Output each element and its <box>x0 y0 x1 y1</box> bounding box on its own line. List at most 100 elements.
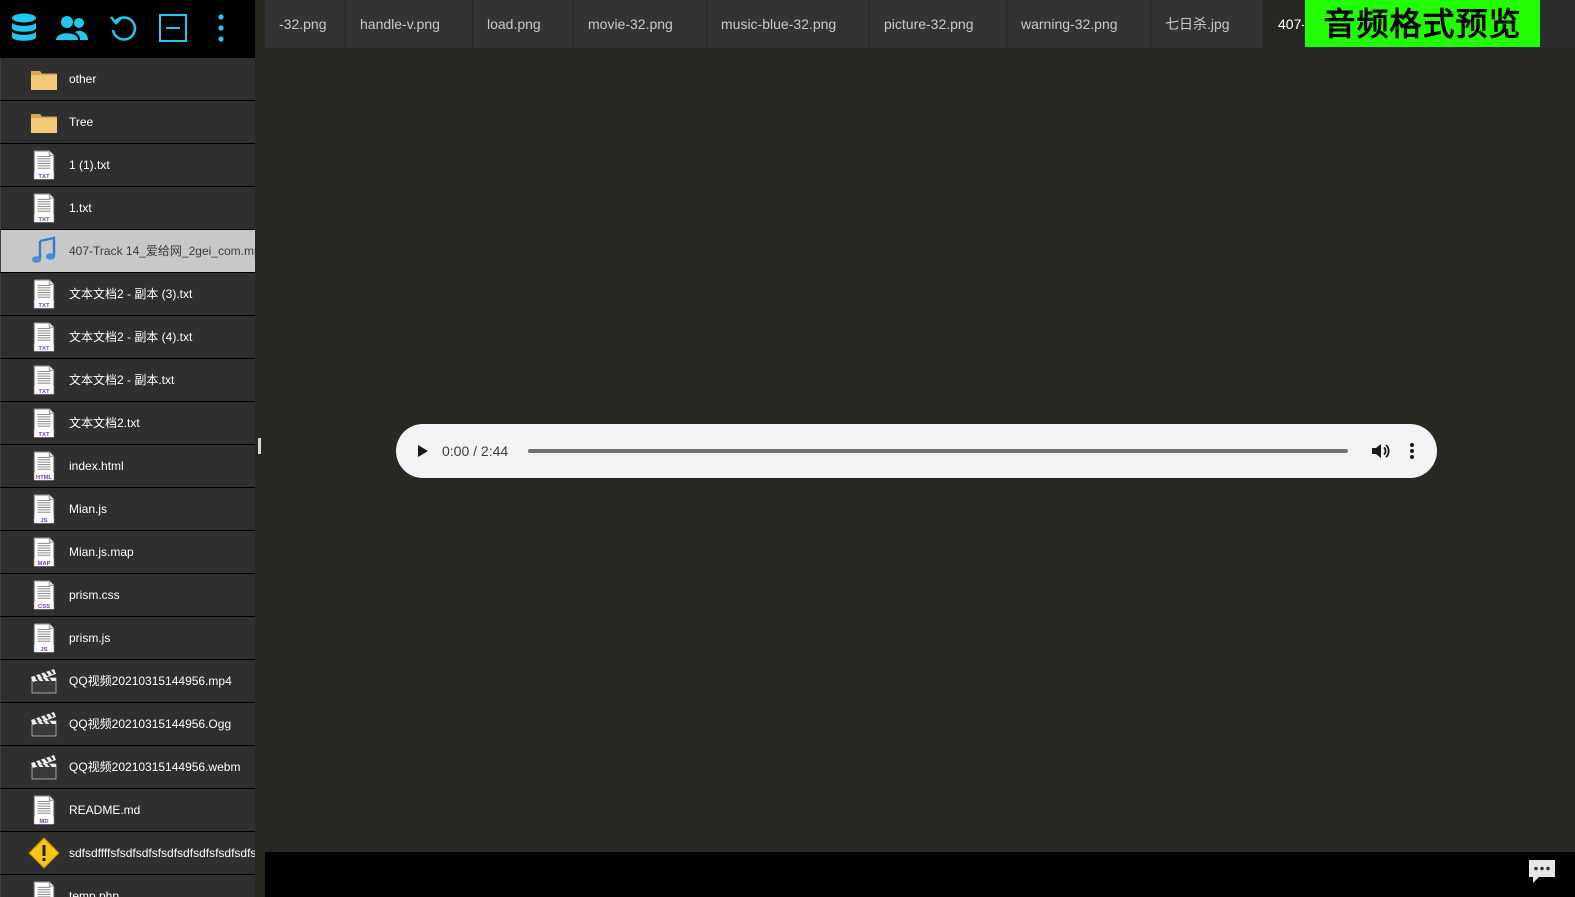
preview-banner: 音频格式预览 <box>1305 0 1540 47</box>
users-icon <box>56 16 88 40</box>
svg-text:TXT: TXT <box>38 389 50 395</box>
music-note-icon <box>29 236 59 266</box>
php-file-icon: PHP <box>29 881 59 897</box>
svg-text:TXT: TXT <box>38 346 50 352</box>
file-list-item[interactable]: 407-Track 14_爱给网_2gei_com.mp3 <box>0 230 255 272</box>
file-name: 1.txt <box>69 201 92 215</box>
svg-text:CSS: CSS <box>38 604 50 610</box>
database-button[interactable] <box>6 10 42 46</box>
chat-button[interactable] <box>1527 858 1557 886</box>
volume-button[interactable] <box>1368 439 1392 463</box>
txt-file-icon: TXT <box>29 408 59 438</box>
file-list-item[interactable]: MD README.md <box>0 789 255 831</box>
svg-text:MD: MD <box>39 819 48 825</box>
file-list-item[interactable]: QQ视频20210315144956.webm <box>0 746 255 788</box>
tab-1[interactable]: -32.png <box>265 0 346 48</box>
time-display: 0:00 / 2:44 <box>442 443 509 459</box>
sidebar-resize-handle[interactable] <box>258 438 261 454</box>
file-name: QQ视频20210315144956.webm <box>69 760 241 774</box>
collapse-icon <box>159 14 187 42</box>
tab-8[interactable]: 七日杀.jpg <box>1151 0 1264 48</box>
chat-icon <box>1529 860 1555 883</box>
database-icon <box>12 13 36 41</box>
file-name: Tree <box>69 115 94 129</box>
file-list-item[interactable]: TXT 文本文档2.txt <box>0 402 255 444</box>
file-name: 文本文档2 - 副本 (4).txt <box>69 330 193 344</box>
txt-file-icon: TXT <box>29 365 59 395</box>
file-list-item[interactable]: QQ视频20210315144956.Ogg <box>0 703 255 745</box>
file-list-item[interactable]: CSS prism.css <box>0 574 255 616</box>
collapse-button[interactable] <box>155 10 191 46</box>
file-name: other <box>69 72 97 86</box>
refresh-button[interactable] <box>105 10 141 46</box>
refresh-icon <box>110 16 137 41</box>
sidebar-toolbar <box>0 0 255 56</box>
txt-file-icon: TXT <box>29 322 59 352</box>
volume-icon <box>1372 444 1390 458</box>
file-list-item[interactable]: TXT 1.txt <box>0 187 255 229</box>
play-icon <box>418 445 428 457</box>
svg-text:JS: JS <box>40 518 47 524</box>
txt-file-icon: TXT <box>29 150 59 180</box>
users-button[interactable] <box>54 10 90 46</box>
tab-3[interactable]: load.png <box>473 0 574 48</box>
tab-2[interactable]: handle-v.png <box>346 0 473 48</box>
file-name: temp.php <box>69 889 120 897</box>
tab-4[interactable]: movie-32.png <box>574 0 707 48</box>
tab-6[interactable]: picture-32.png <box>870 0 1007 48</box>
play-button[interactable] <box>410 439 434 463</box>
md-file-icon: MD <box>29 795 59 825</box>
file-name: Mian.js.map <box>69 545 134 559</box>
video-clapper-icon <box>29 666 59 696</box>
file-list-item[interactable]: MAP Mian.js.map <box>0 531 255 573</box>
file-list-item[interactable]: other <box>0 58 255 100</box>
progress-slider[interactable] <box>528 449 1348 453</box>
tab-5[interactable]: music-blue-32.png <box>707 0 870 48</box>
tab-7[interactable]: warning-32.png <box>1007 0 1151 48</box>
file-list-item[interactable]: TXT 文本文档2 - 副本 (4).txt <box>0 316 255 358</box>
more-vertical-icon <box>1410 443 1414 459</box>
js-file-icon: JS <box>29 494 59 524</box>
bottom-bar <box>265 852 1575 897</box>
file-name: 文本文档2.txt <box>69 416 140 430</box>
svg-text:HTML: HTML <box>36 475 53 481</box>
folder-icon <box>29 107 59 137</box>
warning-icon <box>28 837 60 869</box>
file-name: Mian.js <box>69 502 108 516</box>
file-list-item[interactable]: TXT 1 (1).txt <box>0 144 255 186</box>
svg-text:TXT: TXT <box>38 217 50 223</box>
map-file-icon: MAP <box>29 537 59 567</box>
file-name: prism.js <box>69 631 111 645</box>
file-name: prism.css <box>69 588 120 602</box>
file-list-item[interactable]: PHP temp.php <box>0 875 255 897</box>
file-name: 407-Track 14_爱给网_2gei_com.mp3 <box>69 244 255 258</box>
file-list-item[interactable]: sdfsdffffsfsdfsdfsfsdfsdfsdfsfsdfsdfsdf <box>0 832 255 874</box>
file-name: QQ视频20210315144956.mp4 <box>69 674 232 688</box>
video-clapper-icon <box>29 709 59 739</box>
file-name: index.html <box>69 459 124 473</box>
tab-9[interactable]: 407-Track 14_爱给网_2gei_com.mp3 <box>1264 0 1305 48</box>
file-list-item[interactable]: JS prism.js <box>0 617 255 659</box>
file-name: 文本文档2 - 副本 (3).txt <box>69 287 193 301</box>
file-sidebar: other Tree TXT 1 (1).txt TXT 1.txt 407-T… <box>0 0 255 897</box>
svg-text:TXT: TXT <box>38 174 50 180</box>
css-file-icon: CSS <box>29 580 59 610</box>
file-name: 文本文档2 - 副本.txt <box>69 373 175 387</box>
audio-player: 0:00 / 2:44 <box>396 424 1437 478</box>
html-file-icon: HTML <box>29 451 59 481</box>
more-menu-button[interactable] <box>203 10 239 46</box>
video-clapper-icon <box>29 752 59 782</box>
file-list-item[interactable]: HTML index.html <box>0 445 255 487</box>
file-list-item[interactable]: TXT 文本文档2 - 副本 (3).txt <box>0 273 255 315</box>
svg-text:TXT: TXT <box>38 432 50 438</box>
file-list-item[interactable]: QQ视频20210315144956.mp4 <box>0 660 255 702</box>
file-list-item[interactable]: TXT 文本文档2 - 副本.txt <box>0 359 255 401</box>
player-more-button[interactable] <box>1400 439 1424 463</box>
file-name: sdfsdffffsfsdfsdfsfsdfsdfsdfsfsdfsdfsdf <box>69 846 255 860</box>
tab-bar-edge <box>1541 0 1567 47</box>
file-list-item[interactable]: Tree <box>0 101 255 143</box>
txt-file-icon: TXT <box>29 279 59 309</box>
file-name: 1 (1).txt <box>69 158 110 172</box>
file-list-item[interactable]: JS Mian.js <box>0 488 255 530</box>
svg-text:JS: JS <box>40 647 47 653</box>
